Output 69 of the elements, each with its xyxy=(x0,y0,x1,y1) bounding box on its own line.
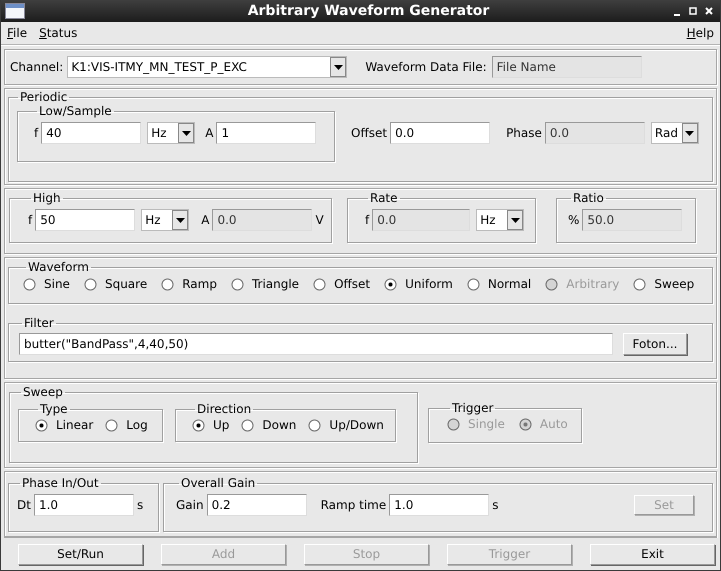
button[interactable]: Set/Run xyxy=(18,544,143,564)
input-field[interactable]: 1.0 xyxy=(34,494,134,516)
input-field[interactable]: 1.0 xyxy=(389,494,490,516)
group-title: Overall Gain xyxy=(180,476,256,490)
radio-button[interactable]: Triangle xyxy=(230,277,300,291)
field-label: f xyxy=(365,213,370,227)
field-label: % xyxy=(568,213,580,227)
group-title: Low/Sample xyxy=(38,104,113,118)
radio-button[interactable]: Square xyxy=(84,277,148,291)
menu-item[interactable]: Status xyxy=(39,26,78,40)
dropdown[interactable]: K1:VIS-ITMY_MN_TEST_P_EXC xyxy=(67,56,348,78)
button[interactable]: Foton... xyxy=(623,333,687,355)
group-title: Type xyxy=(39,402,69,416)
dropdown[interactable]: Hz xyxy=(141,209,190,231)
caret-icon xyxy=(507,210,524,230)
caret-icon xyxy=(178,123,194,143)
group-title: Rate xyxy=(369,191,399,205)
radio-button[interactable]: Sweep xyxy=(633,277,694,291)
radio-button[interactable]: Linear xyxy=(35,418,94,432)
field-label: f xyxy=(34,126,38,140)
field-label: Channel: xyxy=(10,60,64,74)
radio-button[interactable]: Log xyxy=(105,418,148,432)
unit-label: s xyxy=(136,498,144,512)
radio-button[interactable]: Normal xyxy=(466,277,532,291)
radio-button[interactable]: Offset xyxy=(313,277,370,291)
menu-item[interactable]: Help xyxy=(686,26,714,40)
group-title: Sweep xyxy=(22,385,64,399)
group-title: High xyxy=(32,191,62,205)
group-title: Periodic xyxy=(19,90,68,104)
unit-label: s xyxy=(492,498,499,512)
dropdown[interactable]: Hz xyxy=(147,122,196,144)
radio-button[interactable]: Ramp xyxy=(161,277,217,291)
radio-button[interactable]: Down xyxy=(241,418,296,432)
group-title: Trigger xyxy=(451,401,494,415)
group-title: Filter xyxy=(23,316,55,330)
input-field[interactable]: 40 xyxy=(41,122,142,144)
close-icon xyxy=(704,6,714,16)
radio-button[interactable]: Sine xyxy=(23,277,70,291)
caret-icon xyxy=(330,57,346,77)
field-label: Gain xyxy=(176,498,204,512)
group-title: Ratio xyxy=(572,191,605,205)
field-label: Phase xyxy=(506,126,542,140)
menu-item[interactable]: File xyxy=(7,26,28,40)
window-title: Arbitrary Waveform Generator xyxy=(246,3,490,19)
caret-icon xyxy=(172,210,188,230)
input-field[interactable]: 50 xyxy=(35,209,136,231)
radio-button[interactable]: Up/Down xyxy=(308,418,384,432)
field-label: Dt xyxy=(17,498,31,512)
field-label: A xyxy=(205,126,214,140)
button[interactable]: Exit xyxy=(590,544,715,564)
window-icon xyxy=(5,3,25,19)
input-field[interactable]: 0.2 xyxy=(206,494,307,516)
group-title: Phase In/Out xyxy=(21,476,100,490)
field-label: Waveform Data File: xyxy=(365,60,487,74)
field-label: Offset xyxy=(351,126,388,140)
minimize-icon xyxy=(674,14,680,16)
radio-button[interactable]: Up xyxy=(192,418,230,432)
input-field[interactable]: 0.0 xyxy=(390,122,490,144)
maximize-icon xyxy=(688,6,698,16)
field-label: Ramp time xyxy=(320,498,386,512)
group-title: Direction xyxy=(196,402,252,416)
input-field[interactable]: 1 xyxy=(216,122,316,144)
caret-icon xyxy=(682,123,698,143)
field-label: f xyxy=(28,213,32,227)
group-title: Waveform xyxy=(27,260,90,274)
radio-button[interactable]: Uniform xyxy=(384,277,453,291)
input-field[interactable]: butter("BandPass",4,40,50) xyxy=(19,333,613,355)
unit-label: V xyxy=(315,213,324,227)
field-label: A xyxy=(201,213,210,227)
